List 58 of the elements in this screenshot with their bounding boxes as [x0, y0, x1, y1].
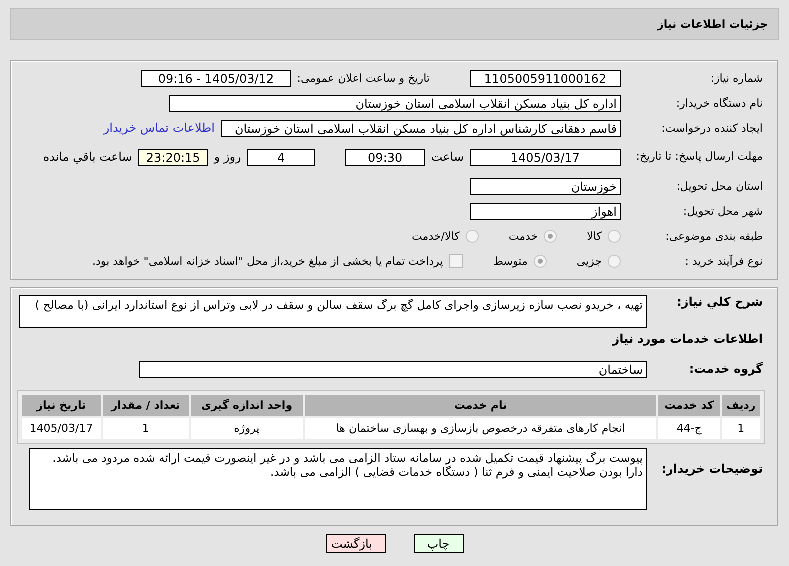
field-label: استان محل تحویل:: [676, 180, 764, 192]
field-label: نوع فرآیند خرید :: [684, 254, 764, 268]
field-label: طبقه بندی موضوعی:: [664, 230, 764, 242]
field-label: نام دستگاه خریدار:: [675, 96, 764, 110]
radio-label: کالا/خدمت: [412, 230, 460, 242]
checkbox[interactable]: [449, 254, 464, 268]
field-label: شماره نیاز:: [710, 72, 764, 84]
city-field: اهواز: [470, 202, 621, 220]
field-label: گروه خدمت:: [688, 362, 764, 376]
field-label: ایجاد کننده درخواست:: [660, 122, 764, 134]
field-label: روز و: [214, 150, 242, 164]
column-header: ردیف: [722, 395, 760, 416]
back-button[interactable]: بازگشت: [326, 534, 386, 553]
table-cell: ج-44: [658, 418, 720, 439]
deadline-time-field: 09:30: [345, 148, 426, 166]
field-label: ساعت: [431, 150, 464, 164]
buyer-field: اداره کل بنیاد مسکن انقلاب اسلامی استان خوزستان: [169, 94, 621, 112]
field-label: شرح کلي نیاز:: [676, 295, 764, 309]
announce-date-field: 1405/03/12 - 09:16: [141, 70, 292, 86]
section-heading: اطلاعات خدمات مورد نیاز: [611, 332, 764, 346]
table-cell: 1: [103, 418, 189, 439]
column-header: تاریخ نیاز: [22, 395, 101, 416]
radio-label: کالا: [587, 230, 602, 242]
table-cell: انجام کارهای متفرقه درخصوص بازسازی و بهسازی ساختمان ها: [305, 418, 656, 439]
column-header: واحد اندازه گیری: [190, 395, 304, 416]
radio-button[interactable]: [608, 230, 621, 242]
service-group-field: ساختمان: [139, 360, 647, 378]
radio-button[interactable]: [466, 230, 479, 242]
description-field: تهیه ، خریدو نصب سازه زیرسازی واجرای کامل گچ برگ سقف سالن و سقف در لابی وتراس از نوع استاندارد ایرانی (با مصالح ): [19, 295, 647, 328]
buyer-contact-link[interactable]: اطلاعات تماس خریدار: [104, 121, 215, 135]
radio-button[interactable]: [608, 254, 621, 268]
need-number-field: 1105005911000162: [470, 70, 621, 86]
table-cell: 1405/03/17: [22, 418, 101, 439]
field-label: توضیحات خریدار:: [660, 462, 764, 476]
notes-line: پیوست برگ پیشنهاد قیمت تکمیل شده در سامانه ستاد الزامی می باشد و در غیر اینصورت قیمت ارائه شده مردود می باشد.: [52, 451, 643, 465]
column-header: نام خدمت: [305, 395, 656, 416]
field-label: شهر محل تحویل:: [682, 204, 764, 218]
field-label: مهلت ارسال پاسخ: تا تاریخ:: [635, 150, 764, 164]
page-title: جزئیات اطلاعات نیاز: [658, 18, 768, 30]
radio-button[interactable]: [534, 254, 547, 268]
creator-field: قاسم دهقانی کارشناس اداره کل بنیاد مسکن انقلاب اسلامی استان خوزستان: [221, 120, 621, 136]
field-label: ساعت باقي مانده: [43, 150, 132, 164]
remaining-time-field: 23:20:15: [138, 148, 208, 166]
column-header: کد خدمت: [658, 395, 720, 416]
radio-label: جزیی: [576, 254, 602, 268]
print-button[interactable]: چاپ: [414, 534, 464, 553]
checkbox-label: پرداخت تمام یا بخشی از مبلغ خرید،از محل "اسناد خزانه اسلامی" خواهد بود.: [92, 254, 444, 268]
radio-label: متوسط: [493, 254, 528, 268]
notes-line: دارا بودن صلاحیت ایمنی و فرم ثنا ( دستگاه خدمات قضایی ) الزامی می باشد.: [270, 465, 643, 479]
radio-label: خدمت: [508, 230, 538, 242]
days-field: 4: [247, 148, 316, 166]
column-header: تعداد / مقدار: [103, 395, 189, 416]
province-field: خوزستان: [470, 178, 621, 194]
radio-button[interactable]: [544, 230, 558, 242]
deadline-date-field: 1405/03/17: [470, 148, 621, 166]
table-cell: پروژه: [190, 418, 304, 439]
table-cell: 1: [722, 418, 760, 439]
field-label: تاریخ و ساعت اعلان عمومی:: [297, 72, 430, 84]
